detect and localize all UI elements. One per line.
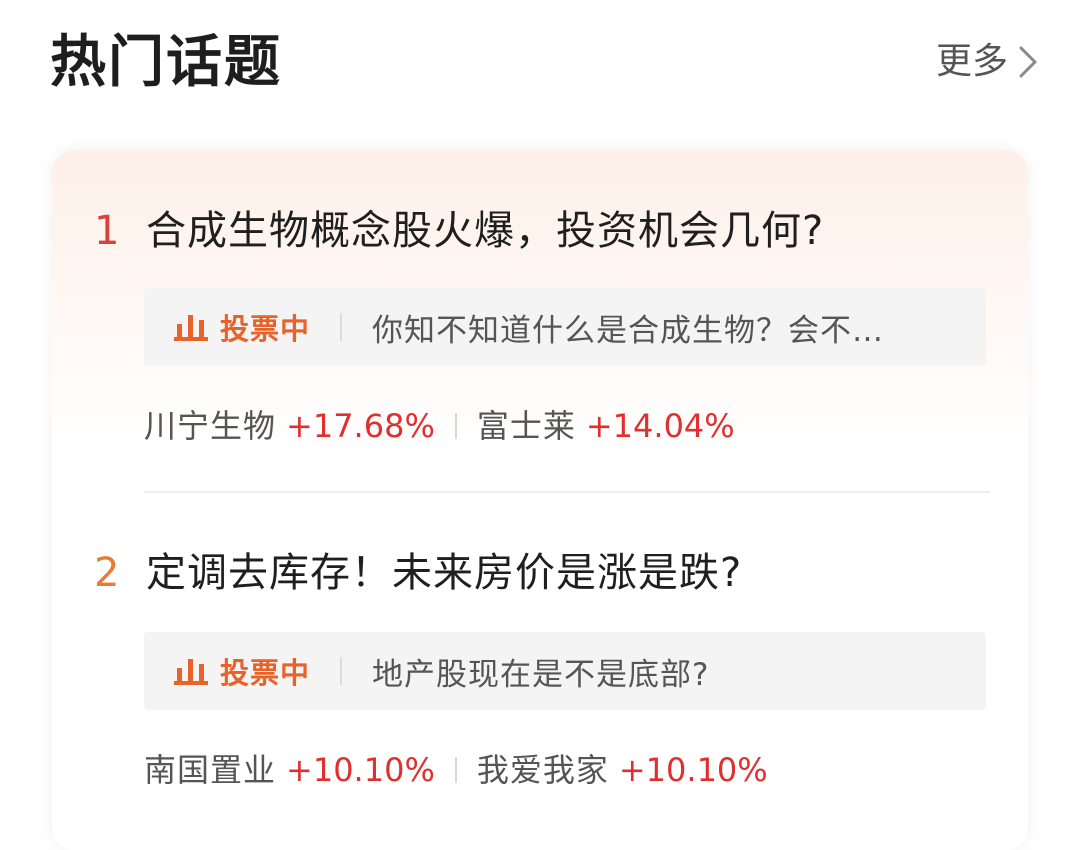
row-divider — [144, 491, 990, 493]
vote-question: 地产股现在是不是底部? — [372, 656, 710, 693]
section-title: 热门话题 — [50, 30, 282, 95]
stock-change: +10.10% — [618, 751, 768, 789]
vote-question: 你知不知道什么是合成生物？会不… — [372, 312, 885, 349]
section-header: 热门话题 更多 — [0, 0, 1070, 130]
chevron-right-icon — [1019, 46, 1037, 78]
vote-banner[interactable]: 投票中 你知不知道什么是合成生物？会不… — [144, 288, 986, 366]
divider — [340, 657, 343, 685]
bar-chart-icon — [174, 659, 208, 685]
topic-rank: 1 — [94, 208, 120, 254]
stock-change: +17.68% — [286, 407, 435, 445]
stock-tag[interactable]: 川宁生物 +17.68% — [144, 404, 435, 448]
stock-change: +10.10% — [286, 751, 435, 789]
related-stocks: 川宁生物 +17.68% 富士莱 +14.04% — [144, 404, 735, 448]
stock-tag[interactable]: 我爱我家 +10.10% — [477, 748, 768, 792]
related-stocks: 南国置业 +10.10% 我爱我家 +10.10% — [144, 748, 768, 792]
hot-topics-card: 1 合成生物概念股火爆，投资机会几何? 投票中 你知不知道什么是合成生物？会不…… — [52, 150, 1028, 850]
topic-rank: 2 — [94, 550, 120, 596]
vote-status-label: 投票中 — [220, 312, 311, 346]
topic-title[interactable]: 定调去库存！未来房价是涨是跌? — [146, 548, 742, 598]
divider — [340, 313, 343, 341]
divider — [454, 757, 457, 783]
stock-change: +14.04% — [585, 407, 735, 445]
stock-name: 我爱我家 — [476, 751, 609, 789]
topic-title[interactable]: 合成生物概念股火爆，投资机会几何? — [146, 206, 824, 256]
stock-name: 川宁生物 — [144, 407, 277, 445]
stock-name: 南国置业 — [144, 751, 277, 789]
divider — [454, 413, 457, 439]
stock-tag[interactable]: 南国置业 +10.10% — [144, 748, 435, 792]
more-label: 更多 — [935, 41, 1008, 82]
vote-status-label: 投票中 — [220, 656, 311, 690]
vote-banner[interactable]: 投票中 地产股现在是不是底部? — [144, 632, 986, 710]
stock-tag[interactable]: 富士莱 +14.04% — [477, 404, 735, 448]
bar-chart-icon — [174, 315, 208, 341]
more-link[interactable]: 更多 — [936, 38, 1038, 86]
stock-name: 富士莱 — [476, 407, 576, 445]
